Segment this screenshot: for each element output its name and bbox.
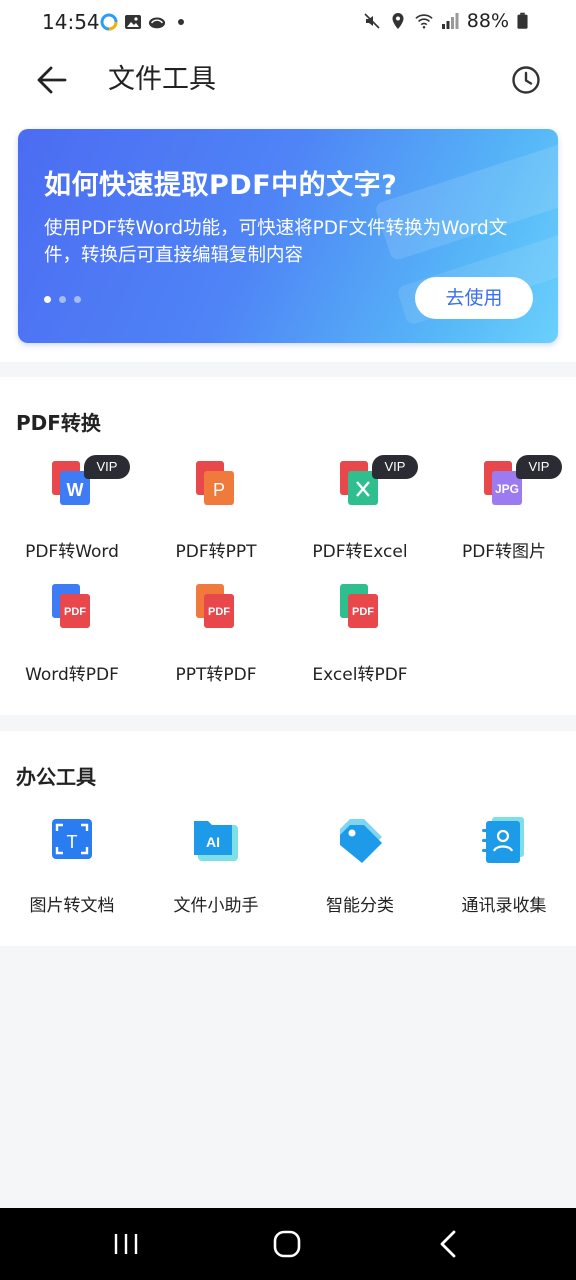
mute-icon <box>364 13 380 29</box>
gallery-icon <box>125 15 141 29</box>
dot-icon <box>178 19 184 25</box>
home-icon <box>273 1230 301 1258</box>
recents-icon <box>114 1234 138 1254</box>
section-title: PDF转换 <box>16 411 101 435</box>
tool-label: PDF转图片 <box>461 542 547 562</box>
tool-smart-classify[interactable]: 智能分类 <box>288 815 432 925</box>
notification-icons <box>100 13 190 31</box>
pdf-to-ppt-icon: P <box>196 461 234 505</box>
ai-assistant-icon: AI <box>194 821 238 861</box>
svg-text:T: T <box>67 832 78 852</box>
pager-dot <box>74 296 81 303</box>
pdf-convert-section: PDF转换 W VIP PDF转Word P PDF转PPT VIP PDF转E… <box>0 377 576 715</box>
ppt-to-pdf-icon: PDF <box>196 584 234 628</box>
svg-text:PDF: PDF <box>208 606 230 618</box>
tool-pdf-to-word[interactable]: W VIP PDF转Word <box>0 455 144 571</box>
tool-label: 文件小助手 <box>173 896 259 916</box>
svg-text:AI: AI <box>206 834 220 850</box>
system-nav-bar <box>0 1208 576 1280</box>
tool-pdf-to-image[interactable]: JPG VIP PDF转图片 <box>432 455 576 571</box>
wifi-icon <box>415 14 433 29</box>
tool-pdf-to-ppt[interactable]: P PDF转PPT <box>144 461 288 571</box>
signal-icon <box>441 13 459 29</box>
pager-dot-active <box>44 296 51 303</box>
location-icon <box>392 13 404 29</box>
tool-excel-to-pdf[interactable]: PDF Excel转PDF <box>288 584 432 694</box>
back-arrow-icon <box>37 66 67 94</box>
tool-label: PDF转Excel <box>312 542 408 562</box>
recent-apps-button[interactable] <box>96 1224 156 1264</box>
app-bar: 文件工具 <box>0 48 576 114</box>
svg-text:PDF: PDF <box>64 606 86 618</box>
vip-badge: VIP <box>84 455 130 479</box>
tool-ai-assistant[interactable]: AI 文件小助手 <box>144 815 288 925</box>
tool-label: Excel转PDF <box>312 665 408 685</box>
tool-word-to-pdf[interactable]: PDF Word转PDF <box>0 584 144 694</box>
vip-badge: VIP <box>516 455 562 479</box>
tool-ppt-to-pdf[interactable]: PDF PPT转PDF <box>144 584 288 694</box>
contacts-icon <box>482 817 524 863</box>
banner-description: 使用PDF转Word功能，可快速将PDF文件转换为Word文件，转换后可直接编辑… <box>44 218 508 266</box>
status-time: 14:54 <box>42 10 100 34</box>
svg-text:P: P <box>213 480 225 500</box>
vip-badge: VIP <box>372 455 418 479</box>
excel-to-pdf-icon: PDF <box>340 584 378 628</box>
word-to-pdf-icon: PDF <box>52 584 90 628</box>
battery-icon <box>517 12 528 29</box>
system-status: 88% <box>363 10 528 32</box>
tool-image-to-text[interactable]: T 图片转文档 <box>0 815 144 925</box>
tool-label: PPT转PDF <box>175 665 257 685</box>
tool-label: PDF转Word <box>25 542 119 562</box>
sync-app-icon <box>100 13 118 31</box>
battery-percent: 88% <box>466 10 509 32</box>
pager-dot <box>59 296 66 303</box>
tool-label: Word转PDF <box>25 665 119 685</box>
tool-label: 智能分类 <box>326 896 394 916</box>
status-bar: 14:54 88% <box>0 0 576 48</box>
banner-use-button[interactable]: 去使用 <box>415 277 533 319</box>
tool-label: 通讯录收集 <box>461 896 547 916</box>
tool-pdf-to-excel[interactable]: VIP PDF转Excel <box>288 455 432 571</box>
banner-section: 如何快速提取PDF中的文字? 使用PDF转Word功能，可快速将PDF文件转换为… <box>0 114 576 362</box>
banner-pager <box>44 296 81 303</box>
office-tools-section: 办公工具 T 图片转文档 AI 文件小助手 智能分类 通讯录收集 <box>0 731 576 946</box>
page-title: 文件工具 <box>108 64 216 95</box>
svg-text:PDF: PDF <box>352 606 374 618</box>
cloud-app-icon <box>148 17 166 29</box>
svg-text:JPG: JPG <box>495 482 519 496</box>
promo-banner[interactable]: 如何快速提取PDF中的文字? 使用PDF转Word功能，可快速将PDF文件转换为… <box>18 129 558 343</box>
tool-contacts-collect[interactable]: 通讯录收集 <box>432 815 576 925</box>
tool-label: 图片转文档 <box>29 896 115 916</box>
section-title: 办公工具 <box>16 765 96 789</box>
home-button[interactable] <box>257 1224 317 1264</box>
banner-title: 如何快速提取PDF中的文字? <box>44 170 398 201</box>
image-to-text-icon: T <box>52 819 92 859</box>
clock-icon <box>512 66 540 94</box>
back-button[interactable] <box>32 60 72 100</box>
back-chevron-icon <box>440 1230 456 1258</box>
svg-text:W: W <box>67 480 84 500</box>
back-nav-button[interactable] <box>418 1224 478 1264</box>
tool-label: PDF转PPT <box>175 542 257 562</box>
smart-tag-icon <box>340 819 382 863</box>
history-button[interactable] <box>506 60 546 100</box>
